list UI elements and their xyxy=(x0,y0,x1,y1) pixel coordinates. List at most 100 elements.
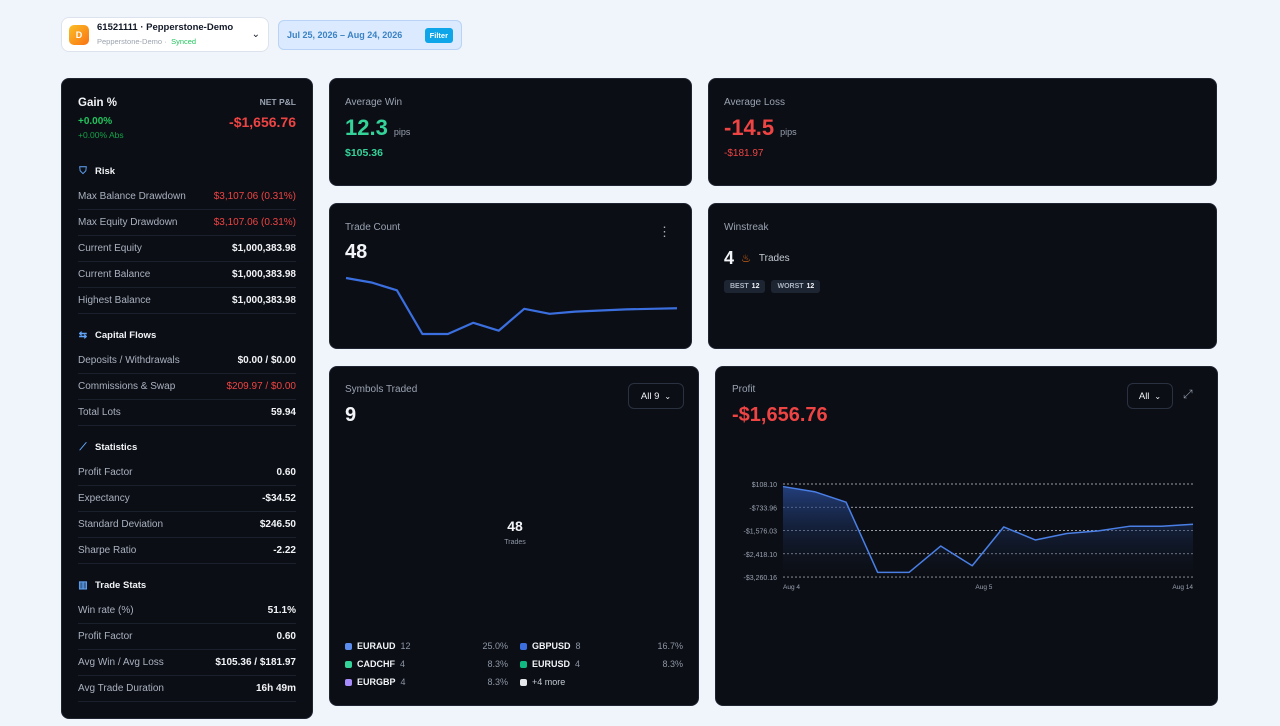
stats-row: Expectancy -$34.52 xyxy=(78,486,296,512)
capital-row: Total Lots 59.94 xyxy=(78,400,296,426)
risk-row: Current Balance $1,000,383.98 xyxy=(78,262,296,288)
symbols-center-value: 48 xyxy=(507,518,523,534)
symbol-legend-item: CADCHF 4 8.3% xyxy=(345,659,508,669)
stats-row-value: -2.22 xyxy=(273,545,296,556)
risk-row-value: $3,107.06 (0.31%) xyxy=(213,191,296,202)
account-subtitle: Pepperstone-Demo · xyxy=(97,36,167,46)
symbol-legend-item: GBPUSD 8 16.7% xyxy=(520,641,683,651)
risk-row-label: Current Equity xyxy=(78,243,142,254)
capital-row-label: Total Lots xyxy=(78,407,121,418)
trade-row-label: Avg Trade Duration xyxy=(78,683,164,694)
gain-abs: +0.00% Abs xyxy=(78,130,124,140)
average-loss-unit: pips xyxy=(780,127,797,137)
capital-row: Commissions & Swap $209.97 / $0.00 xyxy=(78,374,296,400)
symbols-traded-label: Symbols Traded xyxy=(345,384,418,395)
trade-count-line xyxy=(345,276,678,336)
trade-count-card: Trade Count 48 ⋮ xyxy=(329,203,692,349)
filter-button[interactable]: Filter xyxy=(424,27,453,43)
average-win-unit: pips xyxy=(393,127,411,137)
symbols-filter-dropdown[interactable]: All 9 ⌄ xyxy=(628,383,684,409)
legend-swatch xyxy=(520,660,527,668)
more-options-icon[interactable]: ⋮ xyxy=(658,224,671,240)
risk-row-label: Highest Balance xyxy=(78,295,151,306)
symbols-center-label: Trades xyxy=(504,539,526,546)
legend-symbol-pct: 8.3% xyxy=(662,659,683,669)
risk-row-value: $1,000,383.98 xyxy=(232,295,296,306)
trade-row-value: $105.36 / $181.97 xyxy=(215,657,296,668)
average-win-label: Average Win xyxy=(345,97,403,108)
average-win-amount: $105.36 xyxy=(345,147,383,159)
y-tick-label: -$1,576.03 xyxy=(744,529,778,536)
stats-row-label: Expectancy xyxy=(78,493,130,504)
trade-row: Win rate (%) 51.1% xyxy=(78,598,296,624)
sync-status: Synced xyxy=(171,36,197,46)
stats-row: Sharpe Ratio -2.22 xyxy=(78,538,296,564)
capital-row-value: $209.97 / $0.00 xyxy=(226,381,296,392)
stats-row: Profit Factor 0.60 xyxy=(78,460,296,486)
symbol-legend-item: EURAUD 12 25.0% xyxy=(345,641,508,651)
legend-symbol-count: 8 xyxy=(575,641,581,651)
trade-count-value: 48 xyxy=(345,241,368,263)
winstreak-card: Winstreak 4 ♨ Trades BEST 12 WORST 12 xyxy=(708,203,1217,349)
risk-row: Max Equity Drawdown $3,107.06 (0.31%) xyxy=(78,210,296,236)
trade-row-label: Profit Factor xyxy=(78,631,133,642)
expand-icon[interactable]: ⤢ xyxy=(1183,387,1193,402)
gain-label: Gain % xyxy=(78,97,117,109)
y-tick-label: -$733.96 xyxy=(749,505,777,512)
risk-section-header: ⛉ Risk xyxy=(79,165,116,177)
legend-symbol-pct: 16.7% xyxy=(657,641,683,651)
capital-row-label: Commissions & Swap xyxy=(78,381,176,392)
y-tick-label: -$2,418.10 xyxy=(744,552,778,559)
symbol-legend-item: EURGBP 4 8.3% xyxy=(345,677,508,687)
legend-symbol-count: 12 xyxy=(400,641,411,651)
stats-row-value: -$34.52 xyxy=(262,493,296,504)
symbols-traded-value: 9 xyxy=(345,404,357,426)
average-loss-card: Average Loss -14.5 pips -$181.97 xyxy=(708,78,1217,186)
flame-icon: ♨ xyxy=(741,253,751,265)
legend-symbol-name: CADCHF xyxy=(357,659,395,669)
chevron-down-icon: ⌄ xyxy=(1154,391,1162,401)
legend-swatch xyxy=(520,642,527,650)
trade-row-label: Avg Win / Avg Loss xyxy=(78,657,164,668)
risk-row: Highest Balance $1,000,383.98 xyxy=(78,288,296,314)
legend-symbol-count: 4 xyxy=(400,659,406,669)
tradestats-section-header: ▥ Trade Stats xyxy=(78,579,147,591)
symbol-legend-item: +4 more xyxy=(520,677,683,687)
legend-symbol-pct: 25.0% xyxy=(482,641,508,651)
chevron-down-icon: ⌄ xyxy=(664,391,672,401)
risk-row-label: Max Equity Drawdown xyxy=(78,217,178,228)
risk-row: Current Equity $1,000,383.98 xyxy=(78,236,296,262)
account-selector[interactable]: D 61521111 · Pepperstone-Demo Pepperston… xyxy=(61,17,269,52)
average-win-value: 12.3 xyxy=(345,115,388,140)
stats-row-label: Profit Factor xyxy=(78,467,133,478)
profit-filter-dropdown[interactable]: All ⌄ xyxy=(1127,383,1173,409)
account-logo: D xyxy=(69,24,89,45)
trade-count-sparkline xyxy=(345,276,678,336)
worst-streak-badge: WORST 12 xyxy=(771,280,821,293)
date-range-picker[interactable]: Jul 25, 2026 – Aug 24, 2026 Filter xyxy=(278,20,462,50)
shield-icon: ⛉ xyxy=(79,165,87,177)
profit-label: Profit xyxy=(732,384,756,395)
legend-symbol-name: +4 more xyxy=(532,677,566,687)
capital-row-value: $0.00 / $0.00 xyxy=(237,355,296,366)
average-loss-value: -14.5 xyxy=(724,115,775,140)
best-streak-badge: BEST 12 xyxy=(724,280,766,293)
trade-row: Profit Factor 0.60 xyxy=(78,624,296,650)
x-tick-label: Aug 14 xyxy=(1172,584,1193,591)
winstreak-value: 4 xyxy=(724,248,735,268)
stats-row-value: 0.60 xyxy=(276,467,296,478)
symbols-traded-card: Symbols Traded 9 All 9 ⌄ 48 Trades EURAUD… xyxy=(329,366,699,706)
bar-chart-icon: ▥ xyxy=(78,579,88,591)
legend-swatch xyxy=(345,642,352,650)
risk-row-value: $1,000,383.98 xyxy=(232,269,296,280)
risk-row: Max Balance Drawdown $3,107.06 (0.31%) xyxy=(78,184,296,210)
stats-row-label: Standard Deviation xyxy=(78,519,164,530)
trade-count-label: Trade Count xyxy=(345,222,401,233)
legend-symbol-count: 4 xyxy=(575,659,581,669)
average-loss-label: Average Loss xyxy=(724,97,785,108)
risk-row-label: Current Balance xyxy=(78,269,151,280)
stats-row-value: $246.50 xyxy=(259,519,296,530)
winstreak-label: Winstreak xyxy=(724,222,769,233)
capital-row-label: Deposits / Withdrawals xyxy=(78,355,180,366)
stats-row-label: Sharpe Ratio xyxy=(78,545,137,556)
